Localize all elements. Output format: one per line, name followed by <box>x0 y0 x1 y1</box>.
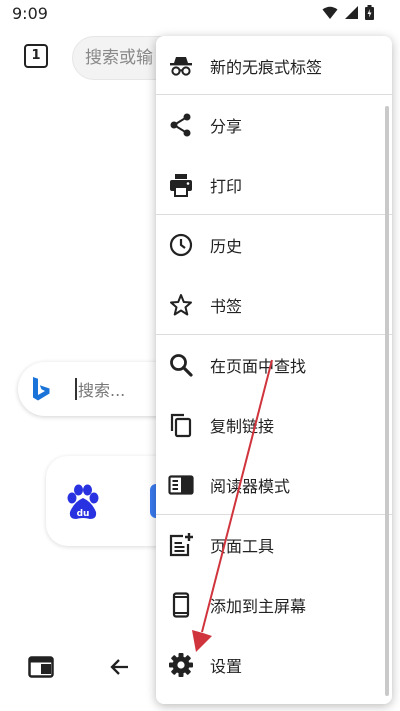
star-icon <box>170 294 192 316</box>
menu-item-label: 在页面中查找 <box>210 357 307 376</box>
overflow-menu: 新的无痕式标签 分享 打印 历史 书签 在页面中查找 复制链接 阅读器模式 页面… <box>156 36 392 704</box>
search-placeholder[interactable]: 搜索... <box>78 377 125 401</box>
tabs-icon[interactable] <box>28 656 54 678</box>
menu-item-new-incognito-tab[interactable]: 新的无痕式标签 <box>156 36 392 96</box>
menu-item-settings[interactable]: 设置 <box>156 635 392 695</box>
svg-text:du: du <box>77 509 90 519</box>
back-arrow-icon[interactable] <box>108 655 132 679</box>
menu-item-label: 书签 <box>210 297 243 316</box>
print-icon <box>170 174 192 197</box>
menu-item-copy-link[interactable]: 复制链接 <box>156 395 392 455</box>
tab-count-button[interactable]: 1 <box>24 44 48 68</box>
page-tools-icon <box>169 533 193 557</box>
menu-item-label: 设置 <box>210 657 243 676</box>
menu-item-history[interactable]: 历史 <box>156 215 392 275</box>
history-icon <box>169 233 193 257</box>
menu-item-label: 阅读器模式 <box>210 477 291 496</box>
menu-item-label: 新的无痕式标签 <box>210 58 323 77</box>
menu-item-bookmarks[interactable]: 书签 <box>156 275 392 335</box>
menu-item-print[interactable]: 打印 <box>156 155 392 215</box>
share-icon <box>170 113 191 137</box>
menu-item-page-tools[interactable]: 页面工具 <box>156 515 392 575</box>
incognito-icon <box>170 57 192 76</box>
menu-item-label: 复制链接 <box>210 417 275 436</box>
bing-logo-icon <box>33 377 50 401</box>
menu-item-find-in-page[interactable]: 在页面中查找 <box>156 335 392 395</box>
menu-item-label: 页面工具 <box>210 537 275 556</box>
gear-icon <box>169 653 193 677</box>
status-bar: 9:09 <box>0 0 400 28</box>
menu-item-share[interactable]: 分享 <box>156 95 392 155</box>
battery-icon <box>365 5 374 20</box>
menu-item-label: 分享 <box>210 117 243 136</box>
copy-icon <box>170 413 192 438</box>
phone-icon <box>172 592 190 618</box>
reader-mode-icon <box>168 475 194 495</box>
baidu-icon[interactable]: du <box>66 484 100 520</box>
menu-item-add-to-home-screen[interactable]: 添加到主屏幕 <box>156 575 392 635</box>
menu-item-label: 打印 <box>210 177 243 196</box>
wifi-icon <box>322 6 338 19</box>
menu-item-label: 添加到主屏幕 <box>210 597 307 616</box>
text-caret <box>75 378 77 400</box>
status-time: 9:09 <box>12 4 48 23</box>
menu-item-reader-mode[interactable]: 阅读器模式 <box>156 455 392 515</box>
status-icons <box>322 5 374 20</box>
menu-scrollbar[interactable] <box>385 106 389 696</box>
search-icon <box>170 354 193 377</box>
signal-icon <box>345 5 358 19</box>
menu-item-label: 历史 <box>210 237 243 256</box>
